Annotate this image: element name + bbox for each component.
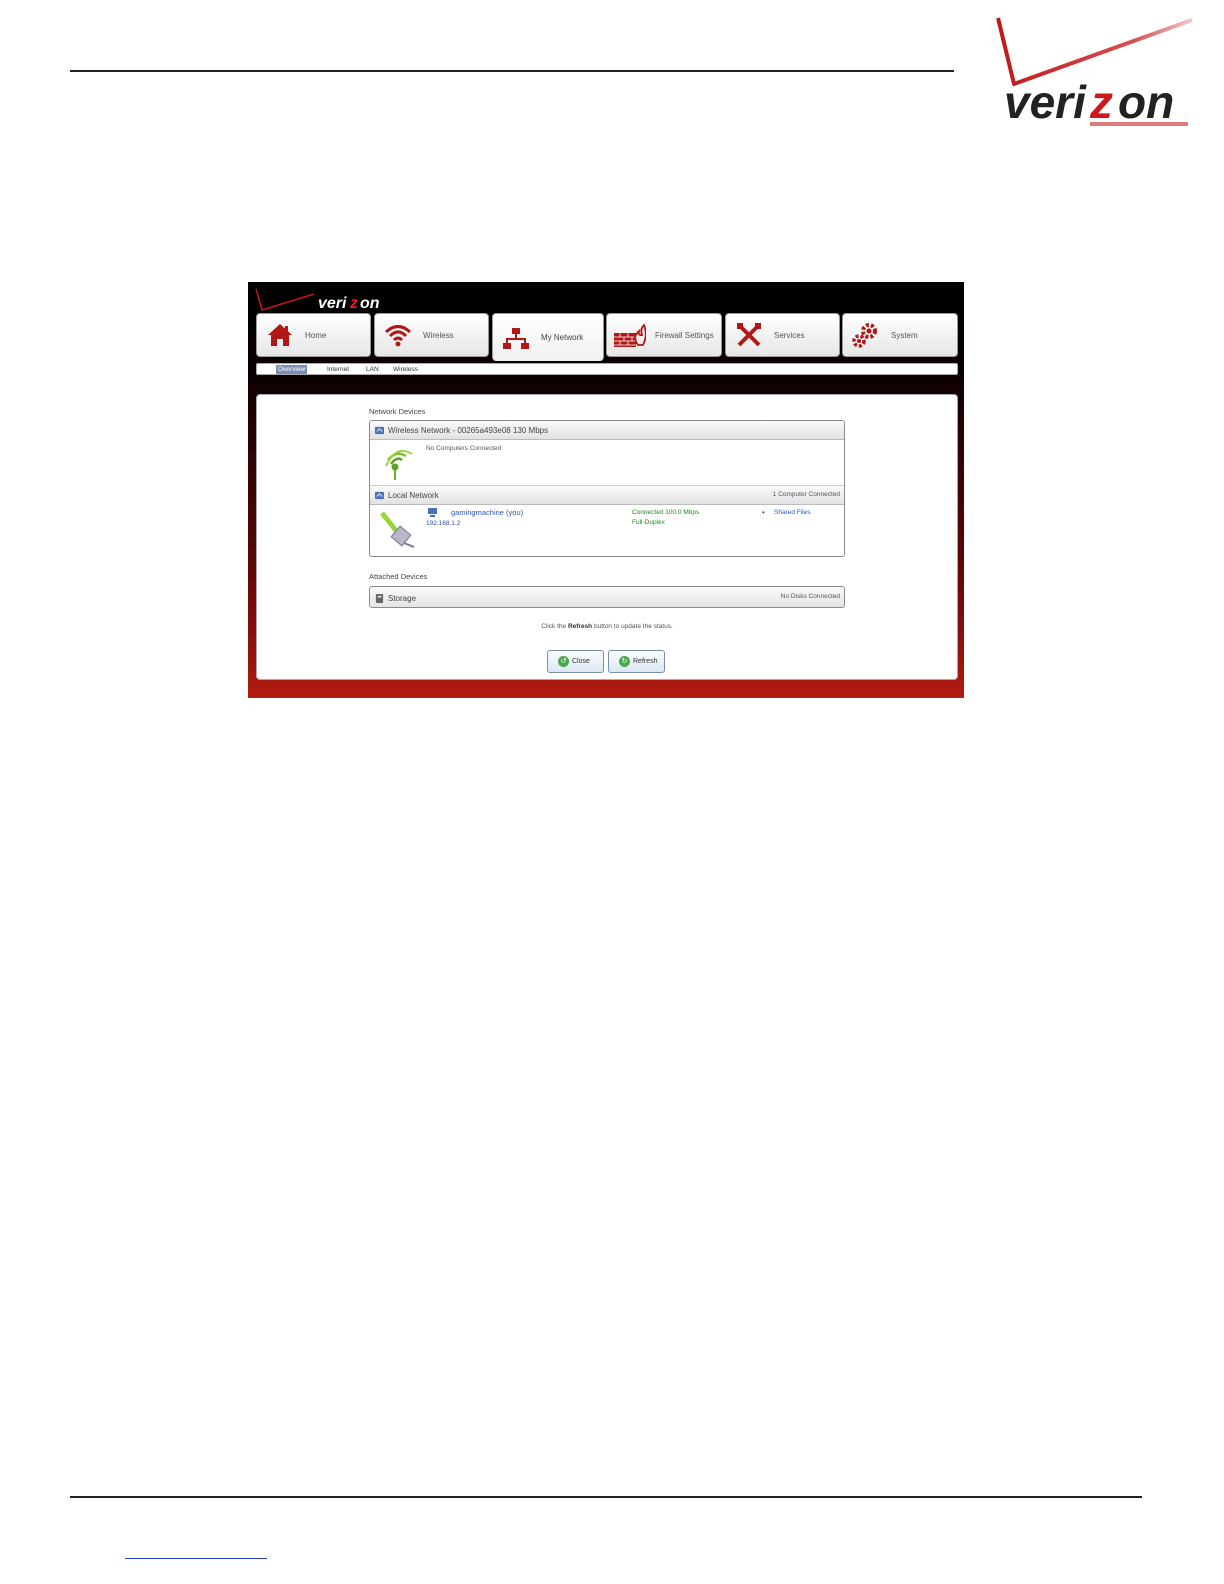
- tab-firewall-settings-label: Firewall Settings: [655, 330, 714, 340]
- svg-text:on: on: [360, 295, 380, 312]
- hint-keyword: Refresh: [567, 623, 593, 630]
- close-icon: ↺: [558, 656, 569, 667]
- main-nav: Home Wireless My Network Firewall Settin…: [256, 313, 958, 361]
- wireless-status: No Computers Connected: [426, 445, 502, 452]
- hint-prefix: Click the: [541, 623, 568, 630]
- tab-my-network-label: My Network: [541, 333, 584, 342]
- tab-system-label: System: [891, 330, 918, 340]
- svg-text:veri: veri: [1004, 76, 1087, 128]
- hint-suffix: button to update the status.: [592, 623, 673, 630]
- router-screenshot: veri z on Home Wireless My Network Firew…: [248, 282, 964, 698]
- wireless-signal-icon: [385, 450, 413, 480]
- verizon-logo: veri z on: [996, 17, 1193, 128]
- device-name-link[interactable]: gamingmachine (you): [451, 508, 523, 517]
- shared-files-link[interactable]: Shared Files: [774, 509, 811, 516]
- tab-system[interactable]: System: [842, 313, 958, 357]
- tab-my-network[interactable]: My Network: [492, 313, 604, 361]
- storage-icon: [375, 593, 384, 603]
- svg-text:z: z: [349, 295, 358, 312]
- attached-devices-title: Attached Devices: [369, 572, 428, 581]
- svg-text:veri: veri: [318, 295, 347, 312]
- gear-icon: [849, 318, 883, 352]
- verizon-logo-small: veri z on: [255, 288, 380, 312]
- network-devices-box: Wireless Network - 00265a493e08 130 Mbps…: [369, 420, 845, 557]
- storage-header: Storage No Disks Connected: [370, 587, 844, 607]
- wireless-network-body: No Computers Connected: [370, 440, 844, 486]
- subtab-overview[interactable]: Overview: [276, 365, 308, 374]
- tab-home-label: Home: [305, 330, 327, 340]
- header-rule: [70, 70, 954, 72]
- attached-devices-box: Storage No Disks Connected: [369, 586, 845, 608]
- device-duplex: Full-Duplex: [632, 519, 665, 526]
- home-icon: [263, 318, 297, 352]
- tab-services-label: Services: [774, 330, 805, 340]
- tab-wireless-label: Wireless: [423, 330, 454, 340]
- close-button-label: Close: [572, 658, 590, 665]
- footer-link-underline[interactable]: [125, 1558, 267, 1559]
- sub-nav: Overview Internet LAN Wireless: [256, 363, 958, 375]
- services-icon: [732, 318, 766, 352]
- content-panel: Network Devices Wireless Network - 00265…: [256, 394, 958, 680]
- refresh-hint: Click the Refresh button to update the s…: [257, 623, 957, 630]
- refresh-button-label: Refresh: [633, 658, 658, 665]
- ethernet-cable-icon: [380, 511, 415, 548]
- computer-icon: [428, 508, 437, 517]
- device-connection: Connected 100.0 Mbps: [632, 509, 700, 516]
- network-icon: [499, 321, 533, 355]
- tab-wireless[interactable]: Wireless: [374, 313, 489, 357]
- firewall-icon: [613, 318, 647, 352]
- bullet: •: [762, 508, 765, 517]
- storage-label: Storage: [388, 593, 417, 603]
- tab-firewall-settings[interactable]: Firewall Settings: [606, 313, 722, 357]
- svg-text:z: z: [1089, 76, 1113, 128]
- refresh-icon: ↻: [619, 656, 630, 667]
- footer-rule: [70, 1496, 1142, 1498]
- storage-status: No Disks Connected: [780, 593, 840, 600]
- subtab-lan[interactable]: LAN: [364, 365, 381, 374]
- wireless-icon: [381, 318, 415, 352]
- wireless-network-title: Wireless Network - 00265a493e08 130 Mbps: [388, 425, 549, 435]
- svg-text:on: on: [1118, 76, 1174, 128]
- subtab-internet[interactable]: Internet: [325, 365, 351, 374]
- local-network-body: gamingmachine (you) 192.168.1.2 Connecte…: [370, 505, 844, 555]
- wireless-network-header: Wireless Network - 00265a493e08 130 Mbps: [370, 421, 844, 440]
- subtab-wireless[interactable]: Wireless: [391, 365, 420, 374]
- device-ip: 192.168.1.2: [426, 520, 461, 527]
- network-small-icon: [375, 426, 384, 434]
- tab-services[interactable]: Services: [725, 313, 840, 357]
- network-small-icon: [375, 491, 384, 499]
- refresh-button[interactable]: ↻ Refresh: [608, 650, 665, 673]
- tab-home[interactable]: Home: [256, 313, 371, 357]
- network-devices-title: Network Devices: [369, 407, 426, 416]
- local-network-count: 1 Computer Connected: [772, 491, 840, 498]
- local-network-title: Local Network: [388, 490, 439, 500]
- close-button[interactable]: ↺ Close: [547, 650, 604, 673]
- local-network-header: Local Network 1 Computer Connected: [370, 486, 844, 505]
